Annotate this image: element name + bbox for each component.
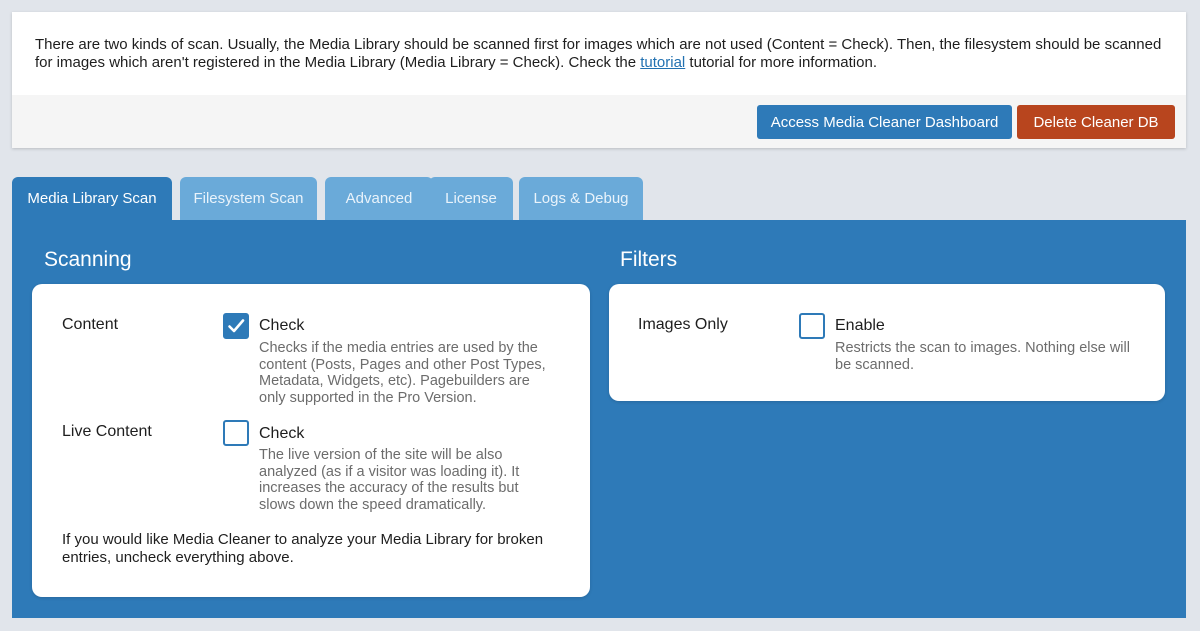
info-text-after: tutorial for more information. bbox=[685, 54, 877, 71]
content-label: Content bbox=[62, 316, 119, 333]
live-content-check-label: Check bbox=[259, 425, 305, 442]
content-checkbox[interactable] bbox=[223, 313, 249, 339]
content-description: Checks if the media entries are used by … bbox=[259, 340, 546, 406]
live-content-checkbox[interactable] bbox=[223, 420, 249, 446]
live-content-description: The live version of the site will be als… bbox=[259, 447, 520, 513]
tab-logs-debug[interactable]: Logs & Debug bbox=[519, 177, 643, 220]
scanning-note: If you would like Media Cleaner to analy… bbox=[62, 531, 544, 566]
info-text: There are two kinds of scan. Usually, th… bbox=[35, 36, 1165, 72]
images-only-check-label: Enable bbox=[835, 317, 885, 334]
info-text-before: There are two kinds of scan. Usually, th… bbox=[35, 36, 1162, 71]
scanning-title: Scanning bbox=[44, 248, 132, 271]
images-only-description: Restricts the scan to images. Nothing el… bbox=[835, 340, 1130, 373]
checkmark-icon bbox=[228, 319, 245, 333]
tab-filesystem-scan[interactable]: Filesystem Scan bbox=[180, 177, 317, 220]
images-only-checkbox[interactable] bbox=[799, 313, 825, 339]
info-box: There are two kinds of scan. Usually, th… bbox=[12, 12, 1186, 148]
tab-media-library-scan[interactable]: Media Library Scan bbox=[12, 177, 172, 220]
tutorial-link[interactable]: tutorial bbox=[640, 54, 685, 71]
content-check-label: Check bbox=[259, 317, 305, 334]
images-only-label: Images Only bbox=[638, 316, 728, 333]
delete-cleaner-db-button[interactable]: Delete Cleaner DB bbox=[1017, 105, 1175, 139]
scanning-card: Content Check Checks if the media entrie… bbox=[32, 284, 590, 597]
live-content-label: Live Content bbox=[62, 423, 152, 440]
tab-license[interactable]: License bbox=[429, 177, 513, 220]
filters-card: Images Only Enable Restricts the scan to… bbox=[609, 284, 1165, 401]
info-footer: Access Media Cleaner Dashboard Delete Cl… bbox=[12, 95, 1186, 148]
tab-advanced[interactable]: Advanced bbox=[325, 177, 433, 220]
access-dashboard-button[interactable]: Access Media Cleaner Dashboard bbox=[757, 105, 1012, 139]
filters-title: Filters bbox=[620, 248, 678, 271]
settings-panel: Scanning Content Check Checks if the med… bbox=[12, 220, 1186, 618]
